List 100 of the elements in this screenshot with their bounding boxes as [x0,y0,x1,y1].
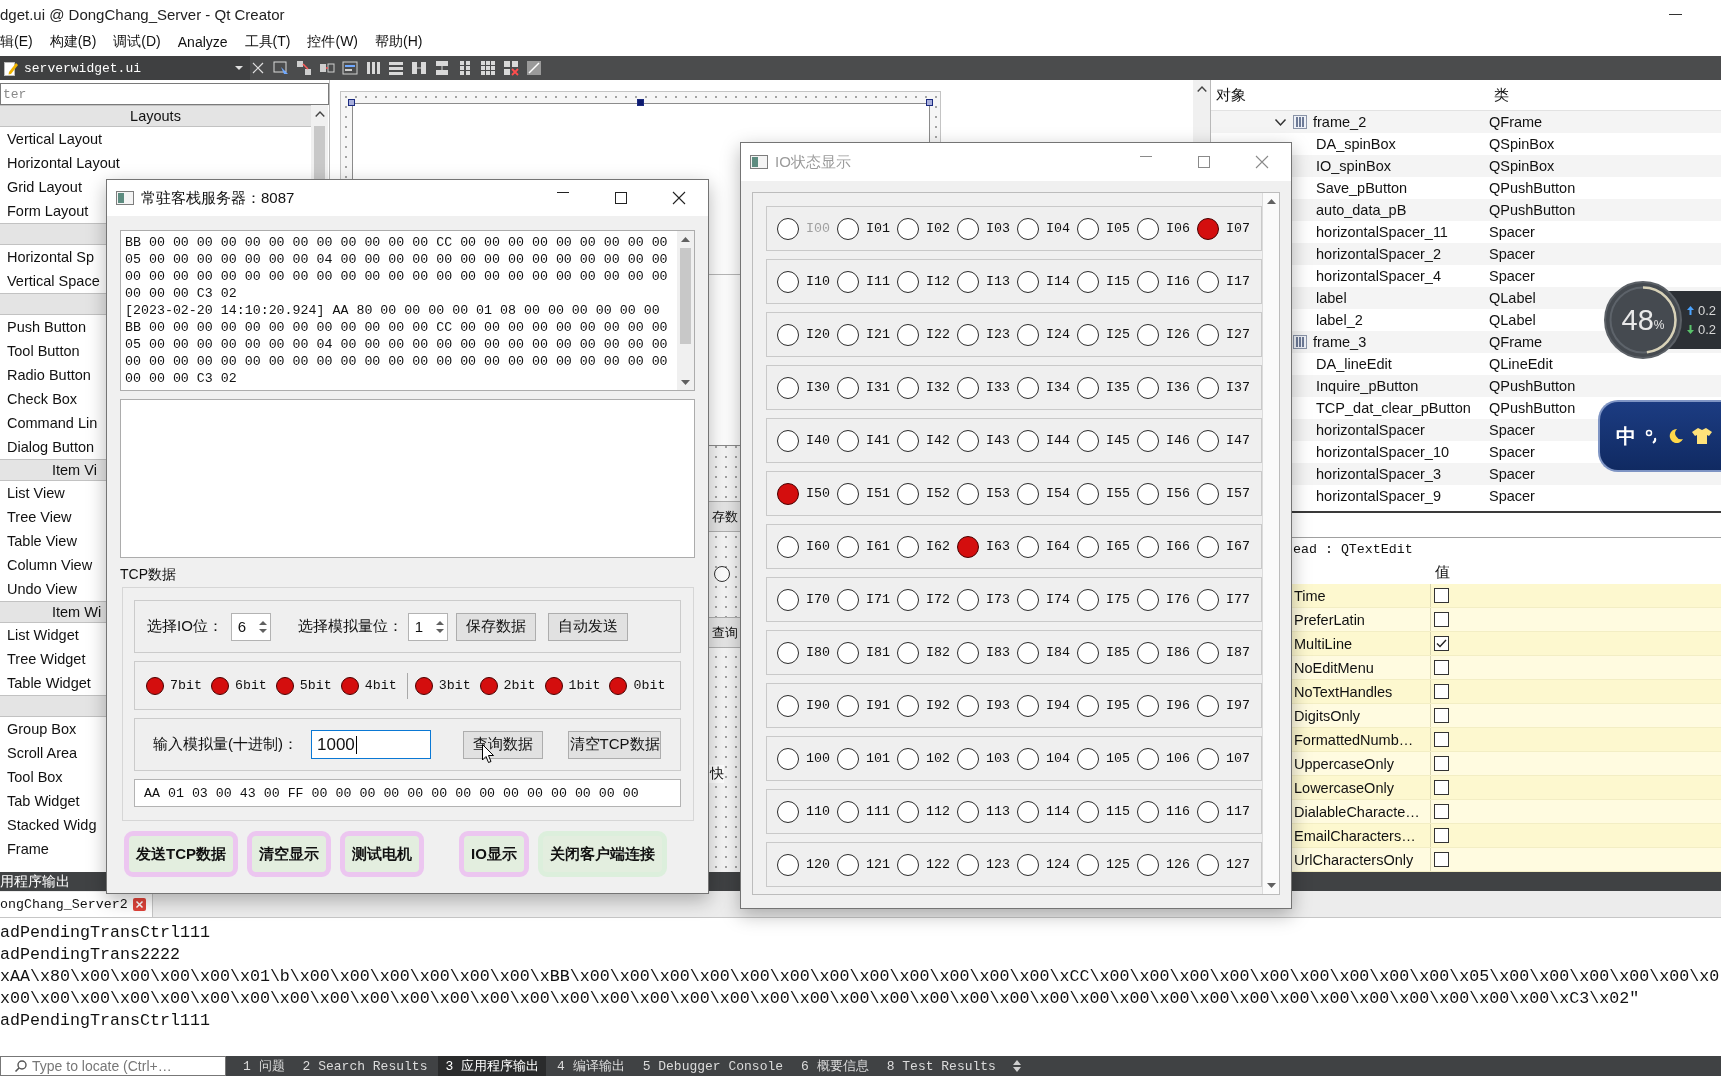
property-name: NoEditMenu [1294,659,1374,676]
class-name: Spacer [1489,268,1535,284]
io-label: I41 [866,433,890,448]
io-label: I06 [1166,221,1190,236]
object-name: auto_data_pB [1316,202,1407,218]
io-label: I51 [866,486,890,501]
class-name: QSpinBox [1489,136,1555,152]
bit-label: 3bit [438,678,471,693]
io-label: I37 [1226,380,1250,395]
io-label: 127 [1226,857,1250,872]
object-name: Save_pButton [1316,180,1408,196]
io-label: I43 [986,433,1010,448]
io-label: 102 [926,751,950,766]
class-name: Spacer [1489,224,1535,240]
io-label: I62 [926,539,950,554]
io-label: I96 [1166,698,1190,713]
output-line: adPendingTrans2222 [0,944,180,966]
io-label: 105 [1106,751,1130,766]
field-label: 输入模拟量(十进制)： [153,735,298,754]
io-label: I16 [1166,274,1190,289]
object-name: DA_lineEdit [1316,356,1392,372]
io-label: I52 [926,486,950,501]
object-name: horizontalSpacer_11 [1316,224,1448,240]
io-label: I12 [926,274,950,289]
io-label: I60 [806,539,830,554]
percent-sign: % [1653,318,1665,332]
io-label: 114 [1046,804,1070,819]
io-label: I76 [1166,592,1190,607]
object-name: horizontalSpacer_4 [1316,268,1441,284]
io-label: 126 [1166,857,1190,872]
io-label: I32 [926,380,950,395]
io-label: 101 [866,751,890,766]
io-label: I31 [866,380,890,395]
io-label: I45 [1106,433,1130,448]
bit-label: 1bit [568,678,601,693]
io-label: I14 [1046,274,1070,289]
io-label: I95 [1106,698,1130,713]
field-label: 选择IO位： [147,617,223,636]
property-name: FormattedNumb… [1294,731,1414,748]
io-label: I73 [986,592,1010,607]
class-name: QPushButton [1489,202,1576,218]
io-label: 115 [1106,804,1130,819]
io-label: 107 [1226,751,1250,766]
io-label: 104 [1046,751,1070,766]
io-label: I02 [926,221,950,236]
object-name: TCP_dat_clear_pButton [1316,400,1471,416]
property-name: EmailCharacters… [1294,827,1416,844]
io-label: I30 [806,380,830,395]
object-name: horizontalSpacer [1316,422,1425,438]
io-label: I54 [1046,486,1070,501]
io-label: I44 [1046,433,1070,448]
io-label: I70 [806,592,830,607]
io-label: I56 [1166,486,1190,501]
io-label: 122 [926,857,950,872]
class-name: QFrame [1489,334,1543,350]
class-name: QPushButton [1489,180,1576,196]
io-label: I10 [806,274,830,289]
log-line: 05 00 00 00 00 00 00 00 04 00 00 00 00 00 00 00 00 00 00 00 00 00 00 [125,336,669,353]
class-name: Spacer [1489,246,1535,262]
class-name: QLineEdit [1489,356,1553,372]
column-header: 值 [1434,562,1450,582]
io-label: I35 [1106,380,1130,395]
io-label: 100 [806,751,830,766]
bit-label: 6bit [234,678,267,693]
class-name: QLabel [1489,290,1536,306]
io-label: I57 [1226,486,1250,501]
io-label: I04 [1046,221,1070,236]
property-name: UppercaseOnly [1294,755,1394,772]
io-label: I87 [1226,645,1250,660]
property-name: UrlCharactersOnly [1294,851,1414,868]
io-label: I00 [806,221,830,236]
property-name: DigitsOnly [1294,707,1361,724]
io-label: 106 [1166,751,1190,766]
log-line: 00 00 00 C3 02 [125,370,238,387]
log-line: 05 00 00 00 00 00 00 00 04 00 00 00 00 00 00 00 00 00 00 00 00 00 00 [125,251,669,268]
object-label: ead : QTextEdit [1293,541,1413,557]
io-label: 120 [806,857,830,872]
bit-label: 2bit [503,678,536,693]
log-line: BB 00 00 00 00 00 00 00 00 00 00 00 00 CC 00 00 00 00 00 00 00 00 00 [125,234,669,251]
io-label: I13 [986,274,1010,289]
io-label: I75 [1106,592,1130,607]
io-label: I07 [1226,221,1250,236]
io-label: I64 [1046,539,1070,554]
output-line: x00\x00\x00\x00\x00\x00\x00\x00\x00\x00\x00\x00\x00\x00\x00\x00\x00\x00\x00\x00\x00\x00\x00\x00\x00\x00\x00\x00\x00\x00\x00\x00\x00\x00\x00\x00\x00\x00\x00\xC3\x02" [0,988,1640,1010]
io-label: I74 [1046,592,1070,607]
object-name: horizontalSpacer_2 [1316,246,1441,262]
io-label: I03 [986,221,1010,236]
io-label: I53 [986,486,1010,501]
object-name: DA_spinBox [1316,136,1396,152]
io-label: I81 [866,645,890,660]
object-name: horizontalSpacer_10 [1316,444,1449,460]
io-label: I42 [926,433,950,448]
io-label: I63 [986,539,1010,554]
class-name: QLabel [1489,312,1536,328]
io-label: 113 [986,804,1010,819]
io-label: 110 [806,804,830,819]
io-label: I50 [806,486,830,501]
io-label: 117 [1226,804,1250,819]
object-name: IO_spinBox [1316,158,1391,174]
io-label: I65 [1106,539,1130,554]
